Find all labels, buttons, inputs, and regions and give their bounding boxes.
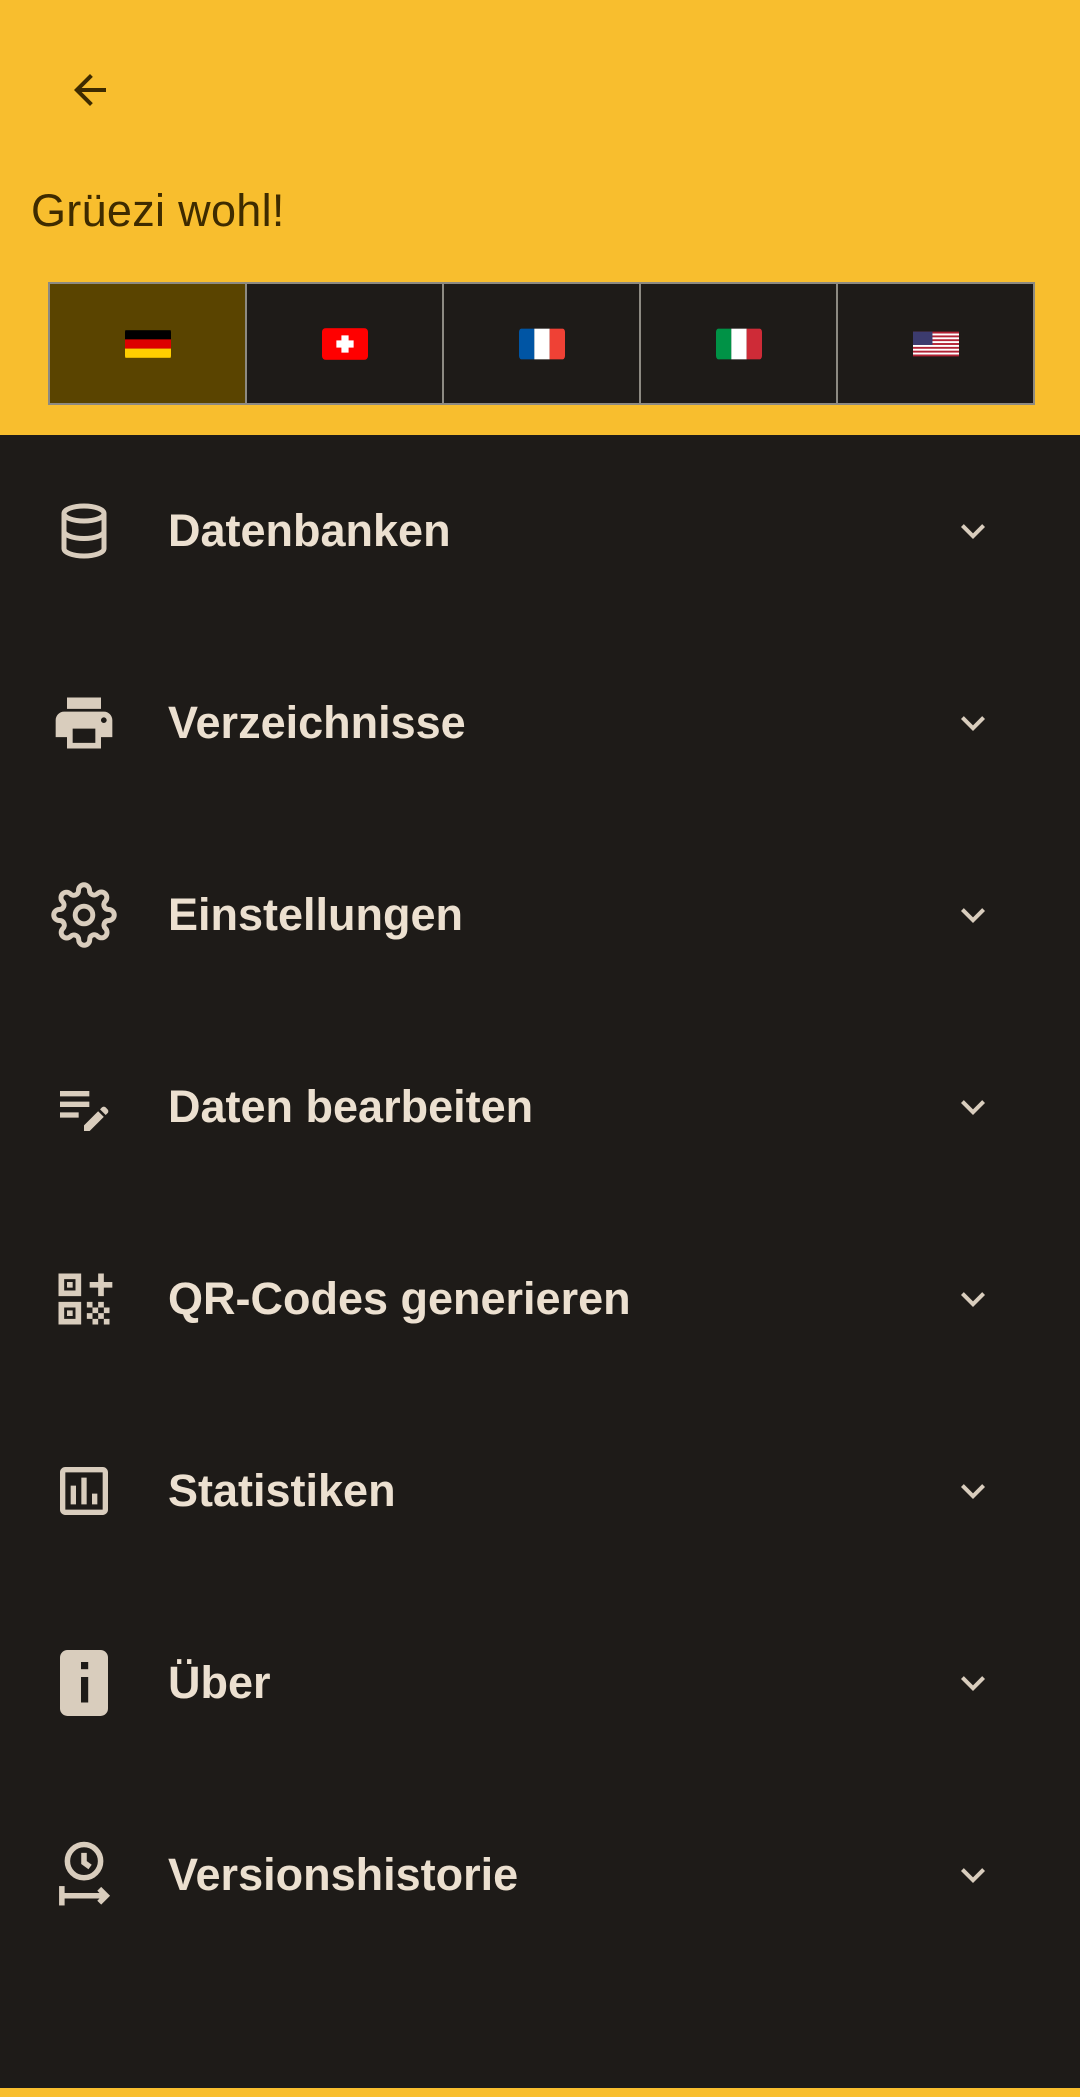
language-option-ch[interactable] (247, 284, 444, 403)
menu-item-verzeichnisse[interactable]: Verzeichnisse (0, 627, 1080, 819)
chevron-down-icon (961, 1100, 985, 1115)
menu-item-statistiken[interactable]: Statistiken (0, 1395, 1080, 1587)
chevron-down-icon (961, 1676, 985, 1691)
language-selector (48, 282, 1035, 405)
language-option-us[interactable] (838, 284, 1033, 403)
chevron-down-icon (961, 1292, 985, 1307)
edit-note-icon (60, 1091, 109, 1131)
language-option-fr[interactable] (444, 284, 641, 403)
menu-item-qr-codes[interactable]: QR-Codes generieren (0, 1203, 1080, 1395)
menu-label: Versionshistorie (168, 1849, 519, 1900)
flag-italy-icon (715, 328, 762, 359)
bar-chart-icon (60, 1467, 108, 1515)
chevron-down-icon (961, 1484, 985, 1499)
language-option-it[interactable] (641, 284, 838, 403)
language-option-de[interactable] (50, 284, 247, 403)
main-menu: Datenbanken Verzeichnisse Einstellungen … (0, 435, 1080, 1971)
app-header: Grüezi wohl! (0, 0, 1080, 435)
printer-icon (55, 697, 113, 749)
menu-label: Datenbanken (168, 505, 451, 556)
greeting-title: Grüezi wohl! (31, 185, 285, 236)
history-icon (59, 1841, 111, 1906)
chevron-down-icon (961, 524, 985, 539)
chevron-down-icon (961, 1868, 985, 1883)
menu-label: QR-Codes generieren (168, 1273, 631, 1324)
back-button[interactable] (50, 50, 130, 130)
database-icon (61, 503, 107, 559)
chevron-down-icon (961, 716, 985, 731)
chevron-down-icon (961, 908, 985, 923)
menu-item-versionshistorie[interactable]: Versionshistorie (0, 1779, 1080, 1971)
menu-label: Verzeichnisse (168, 697, 466, 748)
menu-item-daten-bearbeiten[interactable]: Daten bearbeiten (0, 1011, 1080, 1203)
flag-switzerland-icon (321, 327, 368, 360)
bottom-accent-bar (0, 2088, 1080, 2097)
menu-item-datenbanken[interactable]: Datenbanken (0, 435, 1080, 627)
qr-code-add-icon (58, 1273, 113, 1325)
menu-label: Statistiken (168, 1465, 396, 1516)
menu-label: Über (168, 1657, 271, 1708)
menu-item-einstellungen[interactable]: Einstellungen (0, 819, 1080, 1011)
info-icon (60, 1650, 108, 1716)
menu-item-ueber[interactable]: Über (0, 1587, 1080, 1779)
menu-label: Daten bearbeiten (168, 1081, 534, 1132)
menu-label: Einstellungen (168, 889, 464, 940)
flag-germany-icon (124, 329, 171, 358)
gear-icon (51, 882, 117, 948)
flag-france-icon (518, 328, 565, 359)
flag-usa-icon (912, 331, 959, 356)
arrow-back-icon (74, 74, 106, 106)
